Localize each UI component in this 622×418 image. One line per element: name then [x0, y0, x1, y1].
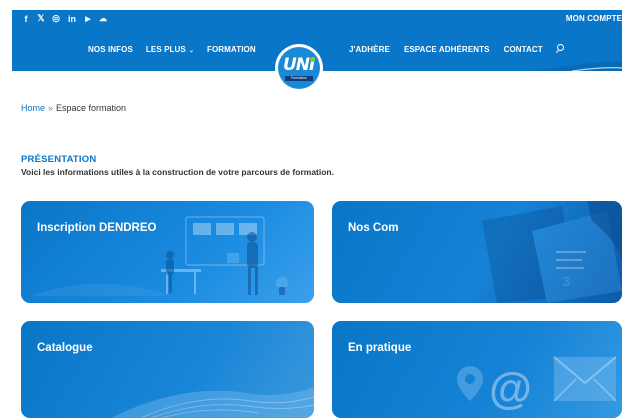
nav-contact[interactable]: CONTACT	[504, 45, 543, 54]
card-label: Nos Com	[348, 222, 399, 234]
social-bar: f 𝕏 ◎ in ▶ ☁ MON COMPTE	[12, 10, 622, 27]
nav-les-plus-label: LES PLUS	[145, 44, 186, 54]
card-label: Catalogue	[37, 342, 93, 354]
section-title: PRÉSENTATION	[21, 154, 97, 165]
breadcrumb: Home» Espace formation	[21, 103, 126, 113]
card-nos-com[interactable]: 3 Nos Com	[332, 201, 622, 303]
social-links: f 𝕏 ◎ in ▶ ☁	[22, 13, 122, 24]
breadcrumb-home-link[interactable]: Home	[21, 103, 45, 113]
card-label: En pratique	[348, 342, 412, 354]
contact-icons-illustration: @	[457, 356, 617, 413]
nav-les-plus[interactable]: LES PLUS ⌄	[146, 45, 194, 54]
section-subtitle: Voici les informations utiles à la const…	[21, 167, 334, 177]
logo-badge: UNI Formation	[278, 47, 320, 89]
svg-text:@: @	[489, 364, 532, 413]
nav-jadhere[interactable]: J'ADHÈRE	[349, 45, 390, 54]
card-label: Inscription DENDREO	[37, 222, 157, 234]
linkedin-icon[interactable]: in	[67, 14, 77, 24]
card-en-pratique[interactable]: @ En pratique	[332, 321, 622, 418]
facebook-icon[interactable]: f	[22, 14, 30, 24]
breadcrumb-separator: »	[48, 103, 54, 113]
logo-dot	[310, 57, 315, 62]
search-icon[interactable]	[555, 44, 565, 54]
documents-illustration: 3	[482, 201, 622, 303]
card-inscription-dendreo[interactable]: Inscription DENDREO	[21, 201, 314, 303]
nav-right-group: J'ADHÈRE ESPACE ADHÉRENTS CONTACT	[349, 27, 565, 71]
svg-text:3: 3	[562, 273, 570, 289]
site-logo[interactable]: UNI Formation	[275, 44, 323, 92]
chevron-down-icon: ⌄	[188, 47, 194, 54]
x-twitter-icon[interactable]: 𝕏	[37, 13, 45, 24]
open-book-illustration	[111, 387, 314, 418]
nav-left-group: NOS INFOS LES PLUS ⌄ FORMATION	[88, 27, 256, 71]
nav-nos-infos[interactable]: NOS INFOS	[88, 45, 133, 54]
breadcrumb-current: Espace formation	[56, 103, 127, 113]
training-room-illustration	[31, 216, 288, 296]
cloud-icon[interactable]: ☁	[99, 14, 107, 24]
nav-formation[interactable]: FORMATION	[207, 45, 256, 54]
nav-espace-adherents[interactable]: ESPACE ADHÉRENTS	[404, 45, 490, 54]
card-catalogue[interactable]: Catalogue	[21, 321, 314, 418]
logo-ribbon: Formation	[285, 76, 313, 81]
page: f 𝕏 ◎ in ▶ ☁ MON COMPTE NOS INFOS LES PL…	[0, 0, 622, 418]
instagram-icon[interactable]: ◎	[52, 13, 60, 24]
apple-icon[interactable]	[114, 14, 122, 24]
youtube-icon[interactable]: ▶	[84, 14, 92, 24]
account-link[interactable]: MON COMPTE	[566, 10, 622, 27]
